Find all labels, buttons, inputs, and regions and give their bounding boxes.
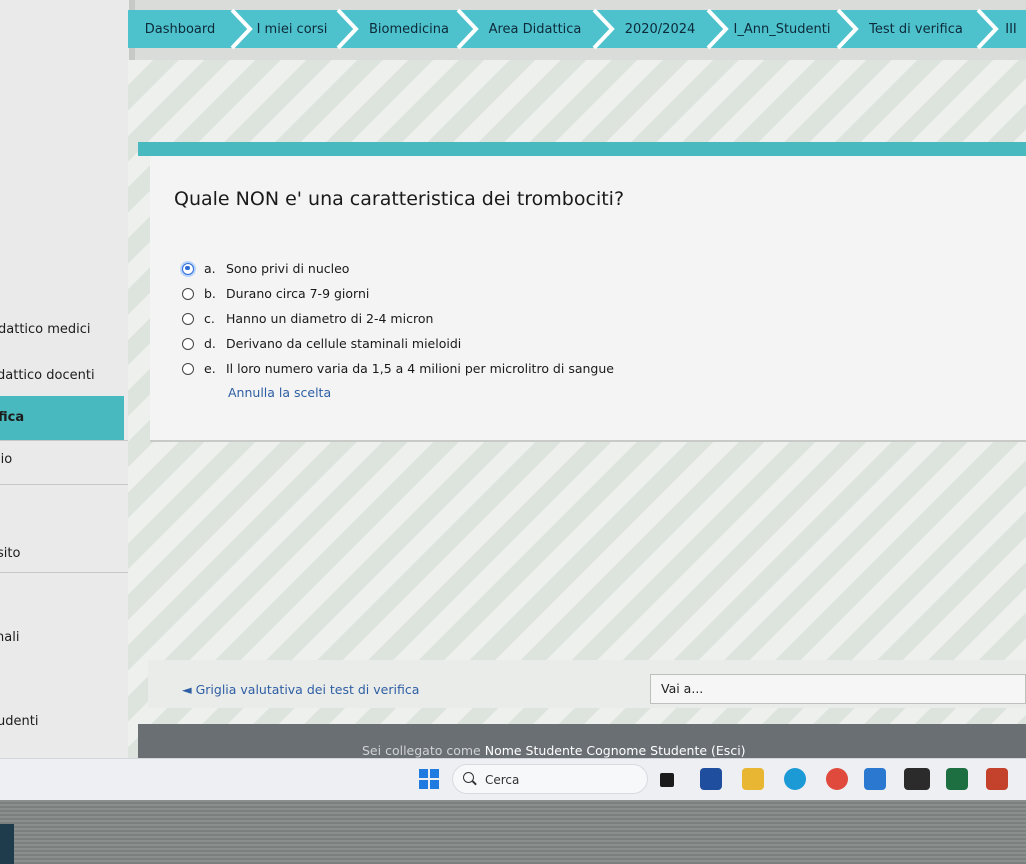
logged-user-name[interactable]: Nome Studente Cognome Studente bbox=[485, 743, 707, 758]
answer-option-d[interactable]: d. Derivano da cellule staminali mieloid… bbox=[182, 331, 614, 356]
answer-option-e[interactable]: e. Il loro numero varia da 1,5 a 4 milio… bbox=[182, 356, 614, 381]
breadcrumb-biomedicina[interactable]: Biomedicina bbox=[354, 10, 464, 48]
answer-text: Derivano da cellule staminali mieloidi bbox=[226, 336, 462, 351]
word-app-icon[interactable] bbox=[700, 768, 722, 790]
login-prefix: Sei collegato come bbox=[362, 743, 481, 758]
search-label: Cerca bbox=[485, 773, 520, 787]
edge-browser-icon[interactable] bbox=[784, 768, 806, 790]
radio-button-selected[interactable] bbox=[182, 262, 194, 275]
task-view-icon[interactable] bbox=[660, 773, 674, 787]
bezel-corner bbox=[0, 824, 14, 864]
answer-option-c[interactable]: c. Hanno un diametro di 2-4 micron bbox=[182, 306, 614, 331]
radio-button[interactable] bbox=[182, 312, 194, 325]
answer-letter: a. bbox=[204, 261, 216, 276]
excel-app-icon[interactable] bbox=[946, 768, 968, 790]
answer-text: Durano circa 7-9 giorni bbox=[226, 286, 370, 301]
answer-option-b[interactable]: b. Durano circa 7-9 giorni bbox=[182, 281, 614, 306]
breadcrumb-dashboard[interactable]: Dashboard bbox=[132, 10, 228, 48]
breadcrumb-anno-accademico[interactable]: 2020/2024 bbox=[612, 10, 708, 48]
windows-start-icon[interactable] bbox=[419, 769, 439, 789]
answer-text: Il loro numero varia da 1,5 a 4 milioni … bbox=[226, 361, 614, 376]
powerpoint-app-icon[interactable] bbox=[986, 768, 1008, 790]
question-text: Quale NON e' una caratteristica dei trom… bbox=[174, 188, 625, 210]
vscode-icon[interactable] bbox=[864, 768, 886, 790]
radio-button[interactable] bbox=[182, 362, 194, 375]
answer-option-a[interactable]: a. Sono privi di nucleo bbox=[182, 256, 614, 281]
main-content: Quale NON e' una caratteristica dei trom… bbox=[128, 60, 1026, 758]
nav-item-manuali[interactable]: nali bbox=[0, 630, 19, 645]
jump-to-select[interactable]: Vai a... bbox=[650, 674, 1026, 704]
nav-item-calendario[interactable]: jio bbox=[0, 452, 12, 467]
answer-list: a. Sono privi di nucleo b. Durano circa … bbox=[182, 256, 614, 381]
radio-button[interactable] bbox=[182, 337, 194, 350]
nav-item-verifica[interactable]: fica bbox=[0, 410, 24, 425]
activity-navigation: ◄ Griglia valutativa dei test di verific… bbox=[148, 660, 1026, 708]
nav-divider bbox=[0, 484, 128, 485]
answer-letter: e. bbox=[204, 361, 216, 376]
answer-text: Sono privi di nucleo bbox=[226, 261, 350, 276]
breadcrumb-test-di-verifica[interactable]: Test di verifica bbox=[856, 10, 976, 48]
search-icon bbox=[463, 772, 474, 783]
chrome-browser-icon[interactable] bbox=[826, 768, 848, 790]
taskbar-search[interactable]: Cerca bbox=[452, 764, 648, 794]
nav-item-materiale-didattico-docenti[interactable]: dattico docenti bbox=[0, 368, 95, 383]
nav-item-materiale-didattico-medici[interactable]: dattico medici bbox=[0, 322, 91, 337]
answer-letter: b. bbox=[204, 286, 216, 301]
breadcrumb-area-didattica[interactable]: Area Didattica bbox=[476, 10, 594, 48]
question-header-band bbox=[138, 142, 1026, 156]
nav-item-i[interactable]: i bbox=[0, 670, 1, 685]
taskbar: Cerca bbox=[0, 758, 1026, 801]
question-card: Quale NON e' una caratteristica dei trom… bbox=[150, 156, 1026, 442]
previous-activity-link[interactable]: ◄ Griglia valutativa dei test di verific… bbox=[182, 682, 419, 697]
clear-choice-link[interactable]: Annulla la scelta bbox=[228, 385, 331, 400]
file-explorer-icon[interactable] bbox=[742, 768, 764, 790]
nav-item-studenti[interactable]: udenti bbox=[0, 714, 38, 729]
login-info-bar: Sei collegato come Nome Studente Cognome… bbox=[138, 724, 1026, 758]
breadcrumb-current[interactable]: III bbox=[996, 10, 1026, 48]
app-icon[interactable] bbox=[904, 768, 930, 790]
left-navigation: dattico medici dattico docenti fica jio … bbox=[0, 0, 135, 758]
answer-text: Hanno un diametro di 2-4 micron bbox=[226, 311, 434, 326]
breadcrumb-i-miei-corsi[interactable]: I miei corsi bbox=[248, 10, 336, 48]
monitor-bezel bbox=[0, 800, 1026, 864]
login-info: Sei collegato come Nome Studente Cognome… bbox=[362, 743, 746, 758]
logout-link[interactable]: (Esci) bbox=[711, 743, 746, 758]
radio-button[interactable] bbox=[182, 287, 194, 300]
answer-letter: c. bbox=[204, 311, 215, 326]
breadcrumb: Dashboard I miei corsi Biomedicina Area … bbox=[128, 0, 1026, 60]
nav-divider bbox=[0, 572, 128, 573]
nav-item-sito[interactable]: sito bbox=[0, 546, 20, 561]
breadcrumb-ann-studenti[interactable]: I_Ann_Studenti bbox=[726, 10, 838, 48]
answer-letter: d. bbox=[204, 336, 216, 351]
nav-divider bbox=[0, 440, 128, 441]
